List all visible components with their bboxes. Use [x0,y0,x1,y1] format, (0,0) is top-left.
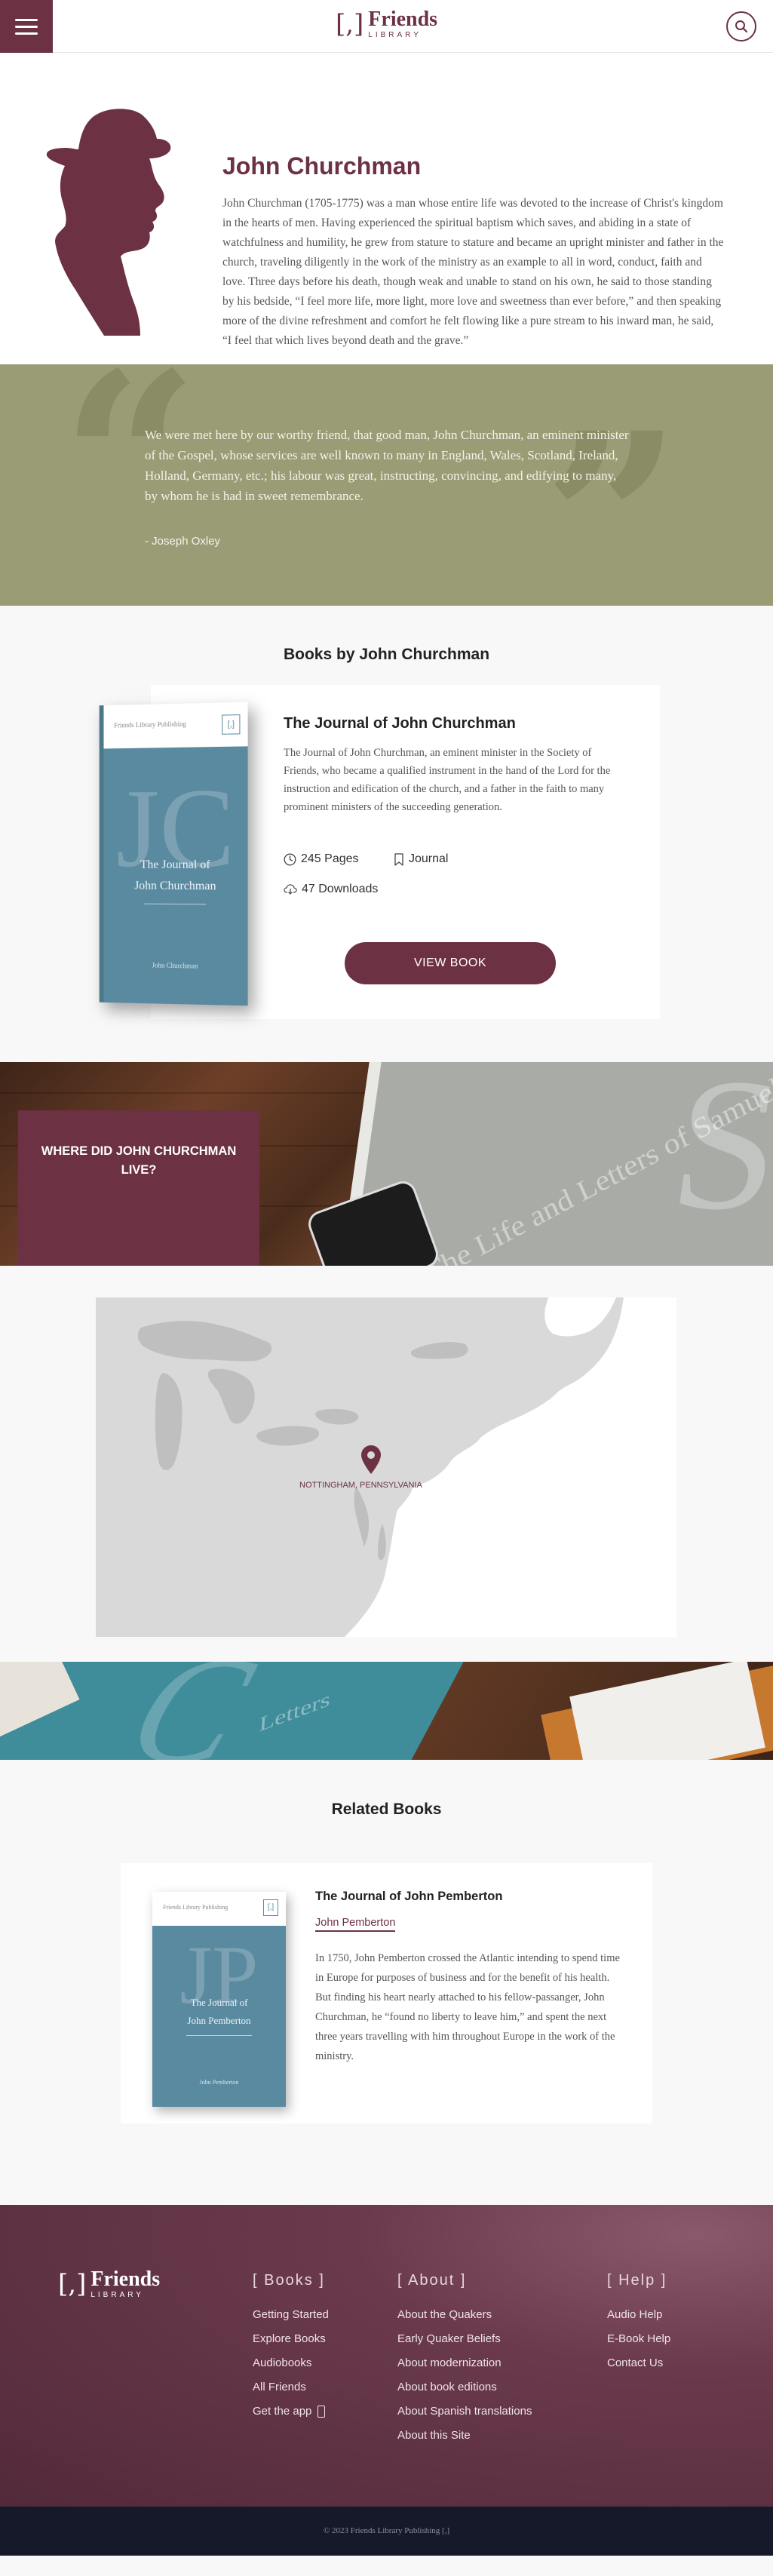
footer-about-column: [ About ] About the Quakers Early Quaker… [397,2272,532,2448]
site-header: [,] Friends LIBRARY [0,0,773,53]
map-location-label: NOTTINGHAM, PENNSYLVANIA [299,1481,422,1490]
footer-link-about-spanish-translations[interactable]: About Spanish translations [397,2399,532,2424]
phone-icon [317,2406,326,2418]
banner-teal-book-image: C Letters [0,1662,468,1760]
author-silhouette-icon [46,109,171,336]
search-button[interactable] [726,11,756,41]
cover-title: The Journal of John Churchman [134,858,216,893]
footer-link-about-this-site[interactable]: About this Site [397,2424,532,2448]
book-type-label: Journal [409,852,449,865]
book-description: The Journal of John Churchman, an eminen… [284,747,611,813]
quote-citation: - Joseph Oxley [145,535,221,548]
cloud-download-icon [284,884,297,895]
decorative-banner: C Letters [0,1662,773,1760]
book-cover[interactable]: Friends Library Publishing [,] JC The Jo… [98,702,248,1006]
footer-logo-subtitle: LIBRARY [90,2291,144,2299]
footer-help-column: [ Help ] Audio Help E-Book Help Contact … [607,2272,670,2375]
related-book-title[interactable]: The Journal of John Pemberton [315,1890,502,1904]
map-land-shapes [137,1297,676,1637]
book-title[interactable]: The Journal of John Churchman [284,715,516,732]
footer-logo-mark: [,] [58,2269,87,2299]
footer-logo[interactable]: [,] Friends LIBRARY [58,2269,160,2299]
author-bio: John Churchman (1705-1775) was a man who… [222,197,724,347]
menu-button[interactable] [0,0,53,53]
related-book-author-link[interactable]: John Pemberton [315,1917,396,1932]
logo-title: Friends [368,8,438,31]
cover-divider [186,2035,252,2036]
related-books-section: Related Books Friends Library Publishing… [0,1760,773,2205]
footer-link-get-the-app[interactable]: Get the app [253,2399,329,2424]
where-title-box: WHERE DID JOHN CHURCHMAN LIVE? [18,1110,259,1266]
site-footer: [,] Friends LIBRARY [ Books ] Getting St… [0,2205,773,2507]
footer-link-explore-books[interactable]: Explore Books [253,2327,329,2351]
where-banner: S The Life and Letters of Samuel Fo WHER… [0,1062,773,1266]
footer-link-ebook-help[interactable]: E-Book Help [607,2327,670,2351]
cover-publisher: Friends Library Publishing [163,1904,229,1911]
footer-link-getting-started[interactable]: Getting Started [253,2303,329,2327]
hamburger-icon [15,18,38,21]
footer-link-early-quaker-beliefs[interactable]: Early Quaker Beliefs [397,2327,532,2351]
map-section: NOTTINGHAM, PENNSYLVANIA [0,1266,773,1662]
cover-logo-mark: [,] [222,714,241,735]
footer-link-about-modernization[interactable]: About modernization [397,2351,532,2375]
hamburger-icon [15,32,38,35]
book-type: Journal [394,852,448,866]
related-book-description: In 1750, John Pemberton crossed the Atla… [315,1952,620,2062]
footer-about-heading: [ About ] [397,2272,467,2289]
hamburger-icon [15,25,38,28]
cover-divider [144,903,206,905]
logo-subtitle: LIBRARY [368,31,422,39]
clock-icon [284,853,296,865]
banner-white-book [569,1662,765,1760]
footer-link-all-friends[interactable]: All Friends [253,2375,329,2399]
view-book-button[interactable]: VIEW BOOK [345,942,556,984]
footer-link-contact-us[interactable]: Contact Us [607,2351,670,2375]
footer-books-heading: [ Books ] [253,2272,325,2289]
related-section-title: Related Books [331,1801,442,1818]
footer-help-heading: [ Help ] [607,2272,667,2289]
footer-link-audiobooks[interactable]: Audiobooks [253,2351,329,2375]
author-books-section: Books by John Churchman The Journal of J… [0,606,773,1062]
site-logo[interactable]: [,] Friends LIBRARY [336,9,437,39]
footer-link-audio-help[interactable]: Audio Help [607,2303,670,2327]
cover-author: John Pemberton [199,2079,239,2086]
bookmark-icon [394,852,403,866]
cover-title: The Journal of John Pemberton [187,1997,251,2026]
copyright-bar: © 2023 Friends Library Publishing [,] [0,2507,773,2556]
related-book-cover[interactable]: Friends Library Publishing [,] JP The Jo… [152,1892,286,2107]
search-icon [735,20,748,33]
book-pages-label: 245 Pages [301,852,359,865]
cover-publisher: Friends Library Publishing [114,720,186,729]
where-title: WHERE DID JOHN CHURCHMAN LIVE? [41,1144,237,1177]
location-map[interactable]: NOTTINGHAM, PENNSYLVANIA [96,1297,676,1637]
logo-mark: [,] [335,9,364,39]
book-downloads-label: 47 Downloads [302,883,379,895]
footer-books-column: [ Books ] Getting Started Explore Books … [253,2272,329,2424]
cover-author: John Churchman [152,961,198,970]
author-quote: “ ” We were met here by our worthy frien… [0,364,773,606]
quote-text: We were met here by our worthy friend, t… [145,428,629,503]
footer-link-about-book-editions[interactable]: About book editions [397,2375,532,2399]
author-name: John Churchman [222,152,422,180]
book-pages: 245 Pages [284,852,359,866]
book-downloads: 47 Downloads [284,883,378,896]
books-section-title: Books by John Churchman [283,646,490,663]
footer-link-about-quakers[interactable]: About the Quakers [397,2303,532,2327]
location-pin-icon[interactable] [361,1445,381,1474]
cover-logo-mark: [,] [263,1899,278,1916]
author-intro: John Churchman John Churchman (1705-1775… [0,53,773,364]
footer-logo-title: Friends [90,2267,161,2291]
